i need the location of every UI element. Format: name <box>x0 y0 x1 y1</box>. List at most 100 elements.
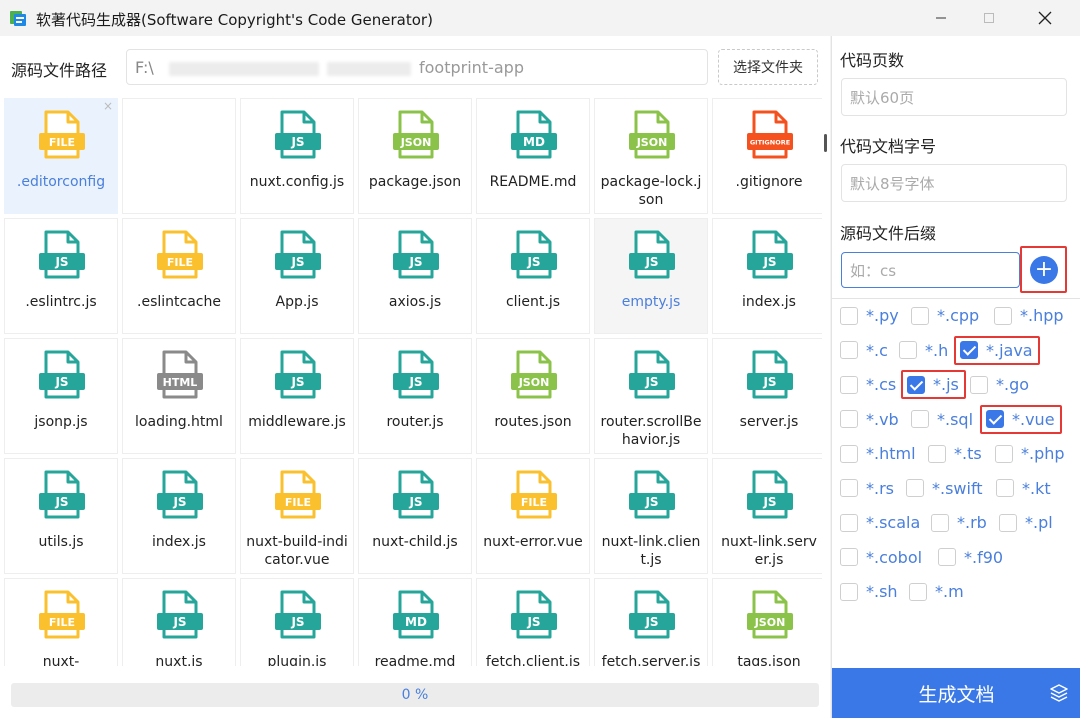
extension-option[interactable]: *.h <box>899 341 948 360</box>
checkbox[interactable] <box>970 375 988 394</box>
file-tile[interactable]: JS nuxt.config.js <box>240 98 354 214</box>
extension-option[interactable]: *.hpp <box>994 306 1064 325</box>
checkbox[interactable] <box>986 410 1004 428</box>
pages-input[interactable]: 默认60页 <box>841 78 1067 116</box>
checkbox[interactable] <box>840 375 858 394</box>
file-tile[interactable]: FILE .eslintcache <box>122 218 236 334</box>
extension-option[interactable]: *.pl <box>999 513 1053 532</box>
file-tile[interactable] <box>122 98 236 214</box>
file-tile[interactable]: JSON package.json <box>358 98 472 214</box>
file-tile[interactable]: JS .eslintrc.js <box>4 218 118 334</box>
checkbox[interactable] <box>960 341 978 359</box>
file-tile[interactable]: JS jsonp.js <box>4 338 118 454</box>
extension-option[interactable]: *.c <box>840 341 888 360</box>
file-tile[interactable]: JS axios.js <box>358 218 472 334</box>
checkbox[interactable] <box>840 513 858 532</box>
file-tile[interactable]: JS utils.js <box>4 458 118 574</box>
file-tile[interactable]: HTML loading.html <box>122 338 236 454</box>
file-tile[interactable]: FILE nuxt-build-indicator.vue <box>240 458 354 574</box>
extension-option[interactable]: *.rb <box>931 513 987 532</box>
file-tile[interactable]: JS nuxt-child.js <box>358 458 472 574</box>
suffix-input[interactable]: 如：cs <box>841 252 1020 288</box>
checkbox[interactable] <box>907 375 925 394</box>
minimize-button[interactable] <box>918 0 964 36</box>
font-size-input[interactable]: 默认8号字体 <box>841 164 1067 202</box>
file-tile[interactable]: FILE .editorconfig × <box>4 98 118 214</box>
source-path-input[interactable]: F:\ footprint-app <box>126 49 708 85</box>
checkbox[interactable] <box>911 306 929 325</box>
file-tile[interactable]: MD readme.md <box>358 578 472 666</box>
checkbox[interactable] <box>840 548 858 566</box>
file-tile[interactable]: JS empty.js <box>594 218 708 334</box>
extension-option[interactable]: *.js <box>901 370 966 399</box>
extension-option[interactable]: *.m <box>909 582 964 601</box>
extension-option[interactable]: *.sql <box>911 410 973 429</box>
grid-scrollbar[interactable] <box>824 134 827 152</box>
extension-label: *.hpp <box>1020 306 1064 325</box>
checkbox[interactable] <box>996 479 1014 497</box>
extension-option[interactable]: *.sh <box>840 582 898 601</box>
file-tile[interactable]: GITIGNORE .gitignore <box>712 98 822 214</box>
file-tile[interactable]: JSON routes.json <box>476 338 590 454</box>
extension-option[interactable]: *.swift <box>906 479 983 498</box>
extension-option[interactable]: *.f90 <box>938 548 1003 567</box>
checkbox[interactable] <box>995 444 1013 463</box>
file-tile[interactable]: JS router.js <box>358 338 472 454</box>
progress-bar: 0 % <box>11 683 819 707</box>
extension-option[interactable]: *.cpp <box>911 306 979 325</box>
checkbox[interactable] <box>928 444 946 463</box>
remove-file-icon[interactable]: × <box>103 99 113 113</box>
checkbox[interactable] <box>840 444 858 463</box>
file-tile[interactable]: JS middleware.js <box>240 338 354 454</box>
file-tile[interactable]: JS nuxt-link.client.js <box>594 458 708 574</box>
file-tile[interactable]: JS server.js <box>712 338 822 454</box>
generate-document-button[interactable]: 生成文档 <box>832 668 1080 718</box>
close-button[interactable] <box>1022 0 1068 36</box>
checkbox[interactable] <box>911 410 929 428</box>
checkbox[interactable] <box>840 479 858 497</box>
file-tile[interactable]: JSON package-lock.json <box>594 98 708 214</box>
extension-option[interactable]: *.html <box>840 444 916 463</box>
file-tile[interactable]: JS index.js <box>122 458 236 574</box>
file-tile[interactable]: MD README.md <box>476 98 590 214</box>
checkbox[interactable] <box>909 582 927 601</box>
checkbox[interactable] <box>906 479 924 497</box>
file-tile[interactable]: FILE nuxt-error.vue <box>476 458 590 574</box>
extension-option[interactable]: *.rs <box>840 479 894 498</box>
extension-option[interactable]: *.scala <box>840 513 920 532</box>
file-tile[interactable]: FILE nuxt- <box>4 578 118 666</box>
checkbox[interactable] <box>994 306 1012 325</box>
add-suffix-button[interactable]: + <box>1030 256 1058 284</box>
extension-option[interactable]: *.vue <box>980 404 1062 434</box>
extension-option[interactable]: *.java <box>954 335 1040 365</box>
extension-option[interactable]: *.php <box>995 444 1065 463</box>
file-tile[interactable]: JS nuxt-link.server.js <box>712 458 822 574</box>
checkbox[interactable] <box>931 513 949 532</box>
file-tile[interactable]: JS App.js <box>240 218 354 334</box>
checkbox[interactable] <box>840 582 858 601</box>
extension-option[interactable]: *.kt <box>996 479 1051 498</box>
file-tile[interactable]: JS index.js <box>712 218 822 334</box>
choose-folder-button[interactable]: 选择文件夹 <box>718 49 818 85</box>
file-tile[interactable]: JS client.js <box>476 218 590 334</box>
extension-option[interactable]: *.cs <box>840 375 896 394</box>
checkbox[interactable] <box>840 306 858 325</box>
checkbox[interactable] <box>840 410 858 428</box>
extension-option[interactable]: *.ts <box>928 444 982 463</box>
file-tile[interactable]: JS fetch.server.js <box>594 578 708 666</box>
checkbox[interactable] <box>999 513 1017 532</box>
extension-option[interactable]: *.go <box>970 375 1029 394</box>
extension-option[interactable]: *.vb <box>840 410 899 429</box>
extension-option[interactable]: *.py <box>840 306 899 325</box>
maximize-button[interactable] <box>966 0 1012 36</box>
file-tile[interactable]: JS nuxt.js <box>122 578 236 666</box>
file-tile[interactable]: JS fetch.client.js <box>476 578 590 666</box>
close-icon <box>1038 11 1052 25</box>
checkbox[interactable] <box>938 548 956 566</box>
file-tile[interactable]: JS plugin.js <box>240 578 354 666</box>
file-tile[interactable]: JSON tags.json <box>712 578 822 666</box>
extension-option[interactable]: *.cobol <box>840 548 922 567</box>
checkbox[interactable] <box>840 341 858 359</box>
checkbox[interactable] <box>899 341 917 359</box>
file-tile[interactable]: JS router.scrollBehavior.js <box>594 338 708 454</box>
